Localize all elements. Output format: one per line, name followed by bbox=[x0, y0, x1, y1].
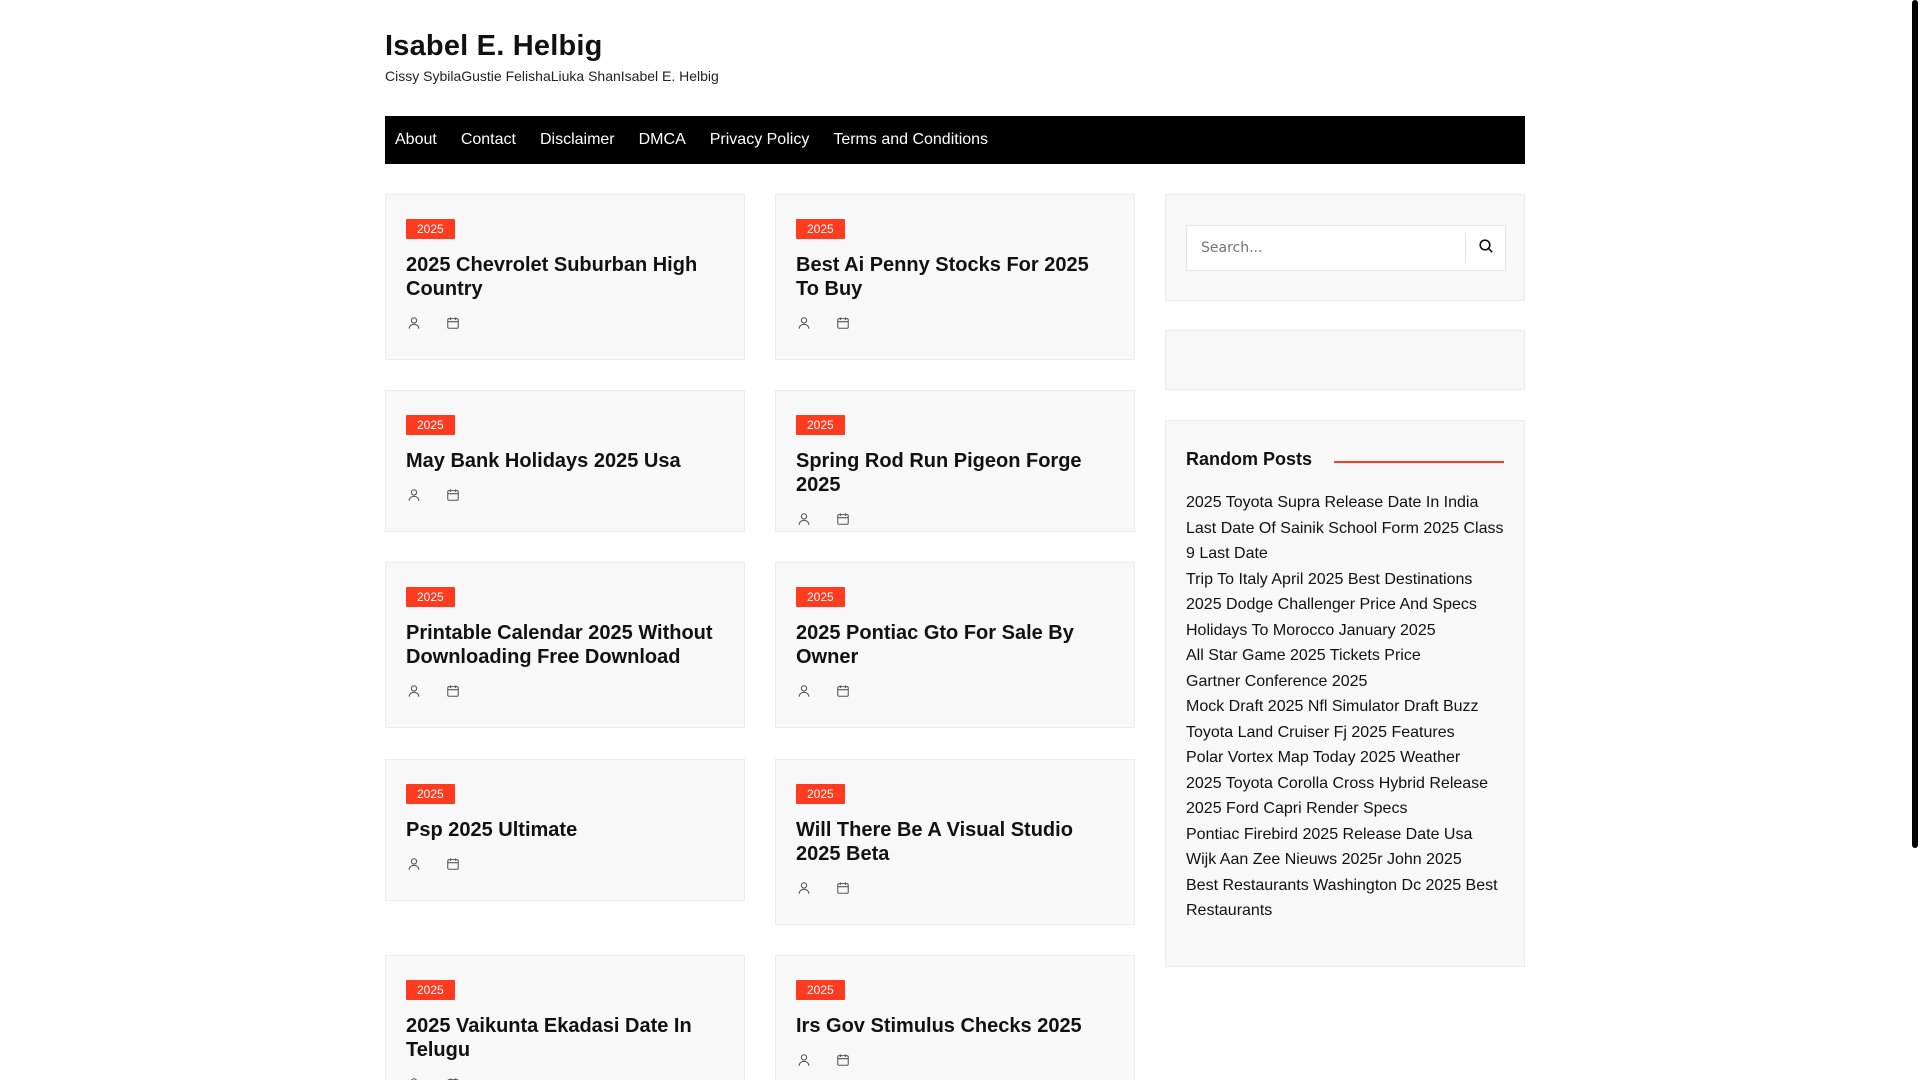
calendar-icon[interactable] bbox=[836, 316, 850, 330]
random-post-link[interactable]: Holidays To Morocco January 2025 bbox=[1186, 618, 1504, 644]
post-title[interactable]: 2025 Vaikunta Ekadasi Date In Telugu bbox=[406, 1014, 724, 1062]
post-title[interactable]: 2025 Pontiac Gto For Sale By Owner bbox=[796, 621, 1114, 669]
random-post-link[interactable]: Last Date Of Sainik School Form 2025 Cla… bbox=[1186, 516, 1504, 567]
search-button[interactable] bbox=[1465, 233, 1505, 263]
user-icon[interactable] bbox=[797, 1053, 811, 1067]
user-icon[interactable] bbox=[407, 488, 421, 502]
post-meta bbox=[406, 683, 724, 699]
random-posts-list: 2025 Toyota Supra Release Date In India … bbox=[1166, 470, 1524, 924]
user-icon[interactable] bbox=[407, 684, 421, 698]
random-post-link[interactable]: Toyota Land Cruiser Fj 2025 Features bbox=[1186, 720, 1504, 746]
post-card: 2025 Psp 2025 Ultimate bbox=[385, 759, 745, 901]
post-title[interactable]: Psp 2025 Ultimate bbox=[406, 818, 724, 842]
random-post-link[interactable]: Polar Vortex Map Today 2025 Weather bbox=[1186, 745, 1504, 771]
random-post-link[interactable]: 2025 Ford Capri Render Specs bbox=[1186, 796, 1504, 822]
category-badge[interactable]: 2025 bbox=[406, 587, 455, 607]
random-post-link[interactable]: Pontiac Firebird 2025 Release Date Usa bbox=[1186, 822, 1504, 848]
site-description: Cissy SybilaGustie FelishaLiuka ShanIsab… bbox=[385, 68, 719, 84]
post-card: 2025 2025 Vaikunta Ekadasi Date In Telug… bbox=[385, 955, 745, 1080]
post-card: 2025 2025 Chevrolet Suburban High Countr… bbox=[385, 194, 745, 360]
random-post-link[interactable]: Mock Draft 2025 Nfl Simulator Draft Buzz bbox=[1186, 694, 1504, 720]
user-icon[interactable] bbox=[797, 512, 811, 526]
post-meta bbox=[406, 315, 724, 331]
random-post-link[interactable]: All Star Game 2025 Tickets Price bbox=[1186, 643, 1504, 669]
post-title[interactable]: 2025 Chevrolet Suburban High Country bbox=[406, 253, 724, 301]
calendar-icon[interactable] bbox=[446, 488, 460, 502]
search-input[interactable] bbox=[1187, 226, 1465, 270]
post-title[interactable]: Printable Calendar 2025 Without Download… bbox=[406, 621, 724, 669]
post-card: 2025 Best Ai Penny Stocks For 2025 To Bu… bbox=[775, 194, 1135, 360]
site-title[interactable]: Isabel E. Helbig bbox=[385, 28, 719, 64]
title-underline bbox=[1334, 460, 1504, 463]
post-card: 2025 2025 Pontiac Gto For Sale By Owner bbox=[775, 562, 1135, 728]
nav-dmca[interactable]: DMCA bbox=[639, 116, 686, 164]
nav-about[interactable]: About bbox=[395, 116, 437, 164]
user-icon[interactable] bbox=[797, 684, 811, 698]
random-posts-widget: Random Posts 2025 Toyota Supra Release D… bbox=[1165, 420, 1525, 967]
calendar-icon[interactable] bbox=[446, 857, 460, 871]
post-meta bbox=[796, 315, 1114, 331]
post-meta bbox=[796, 683, 1114, 699]
random-post-link[interactable]: 2025 Dodge Challenger Price And Specs bbox=[1186, 592, 1504, 618]
scrollbar-thumb[interactable] bbox=[1912, 0, 1918, 848]
calendar-icon[interactable] bbox=[836, 1053, 850, 1067]
main-nav: About Contact Disclaimer DMCA Privacy Po… bbox=[385, 116, 1525, 164]
user-icon[interactable] bbox=[407, 857, 421, 871]
post-meta bbox=[796, 1052, 1114, 1068]
post-meta bbox=[796, 511, 1114, 527]
widget-title: Random Posts bbox=[1186, 449, 1313, 469]
random-post-link[interactable]: Best Restaurants Washington Dc 2025 Best… bbox=[1186, 873, 1504, 924]
category-badge[interactable]: 2025 bbox=[796, 219, 845, 239]
calendar-icon[interactable] bbox=[446, 684, 460, 698]
site-header: Isabel E. Helbig Cissy SybilaGustie Feli… bbox=[385, 28, 719, 84]
category-badge[interactable]: 2025 bbox=[406, 784, 455, 804]
post-card: 2025 Irs Gov Stimulus Checks 2025 bbox=[775, 955, 1135, 1080]
post-card: 2025 Spring Rod Run Pigeon Forge 2025 bbox=[775, 390, 1135, 532]
post-title[interactable]: Best Ai Penny Stocks For 2025 To Buy bbox=[796, 253, 1114, 301]
calendar-icon[interactable] bbox=[836, 684, 850, 698]
post-title[interactable]: Irs Gov Stimulus Checks 2025 bbox=[796, 1014, 1114, 1038]
user-icon[interactable] bbox=[797, 316, 811, 330]
category-badge[interactable]: 2025 bbox=[406, 415, 455, 435]
search-icon bbox=[1478, 238, 1494, 259]
empty-widget bbox=[1165, 330, 1525, 390]
random-post-link[interactable]: 2025 Toyota Corolla Cross Hybrid Release bbox=[1186, 771, 1504, 797]
category-badge[interactable]: 2025 bbox=[796, 784, 845, 804]
random-post-link[interactable]: Trip To Italy April 2025 Best Destinatio… bbox=[1186, 567, 1504, 593]
post-card: 2025 Printable Calendar 2025 Without Dow… bbox=[385, 562, 745, 728]
calendar-icon[interactable] bbox=[836, 512, 850, 526]
random-post-link[interactable]: Wijk Aan Zee Nieuws 2025r John 2025 bbox=[1186, 847, 1504, 873]
post-card: 2025 Will There Be A Visual Studio 2025 … bbox=[775, 759, 1135, 925]
nav-contact[interactable]: Contact bbox=[461, 116, 516, 164]
post-card: 2025 May Bank Holidays 2025 Usa bbox=[385, 390, 745, 532]
category-badge[interactable]: 2025 bbox=[796, 587, 845, 607]
post-title[interactable]: May Bank Holidays 2025 Usa bbox=[406, 449, 724, 473]
nav-privacy-policy[interactable]: Privacy Policy bbox=[710, 116, 810, 164]
search-widget bbox=[1165, 194, 1525, 301]
post-meta bbox=[406, 856, 724, 872]
category-badge[interactable]: 2025 bbox=[406, 219, 455, 239]
post-title[interactable]: Will There Be A Visual Studio 2025 Beta bbox=[796, 818, 1114, 866]
calendar-icon[interactable] bbox=[446, 316, 460, 330]
user-icon[interactable] bbox=[797, 881, 811, 895]
user-icon[interactable] bbox=[407, 316, 421, 330]
random-post-link[interactable]: Gartner Conference 2025 bbox=[1186, 669, 1504, 695]
category-badge[interactable]: 2025 bbox=[796, 980, 845, 1000]
post-meta bbox=[406, 487, 724, 503]
category-badge[interactable]: 2025 bbox=[406, 980, 455, 1000]
category-badge[interactable]: 2025 bbox=[796, 415, 845, 435]
post-title[interactable]: Spring Rod Run Pigeon Forge 2025 bbox=[796, 449, 1114, 497]
post-meta bbox=[796, 880, 1114, 896]
random-post-link[interactable]: 2025 Toyota Supra Release Date In India bbox=[1186, 490, 1504, 516]
post-meta bbox=[406, 1076, 724, 1080]
nav-disclaimer[interactable]: Disclaimer bbox=[540, 116, 615, 164]
search-form bbox=[1186, 225, 1506, 271]
nav-terms[interactable]: Terms and Conditions bbox=[833, 116, 988, 164]
widget-header: Random Posts bbox=[1166, 421, 1524, 470]
calendar-icon[interactable] bbox=[836, 881, 850, 895]
